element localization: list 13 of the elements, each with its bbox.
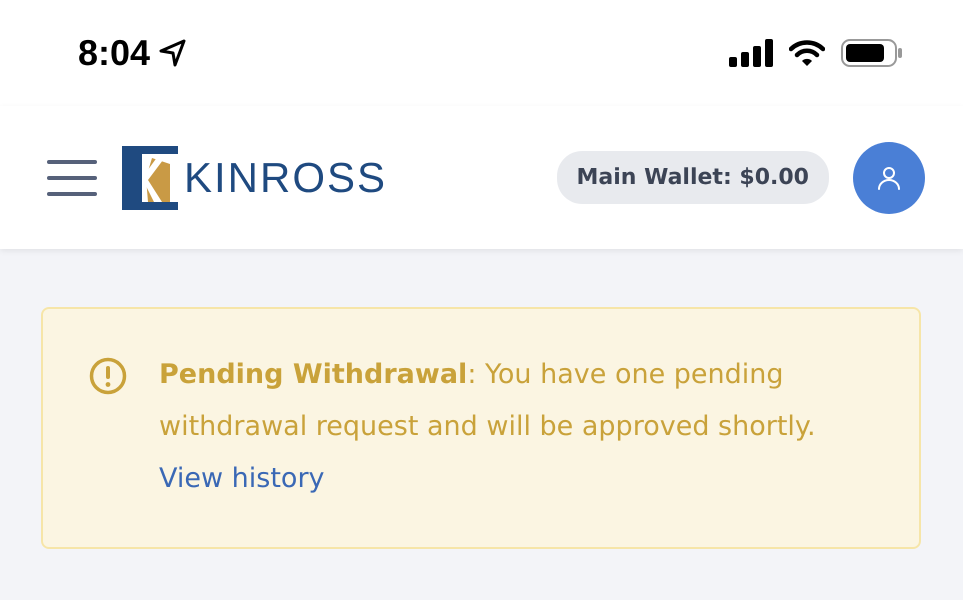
- location-arrow-icon: [158, 38, 188, 68]
- menu-button[interactable]: [46, 158, 98, 196]
- signal-icon: [729, 39, 773, 67]
- brand-name: KINROSS: [184, 153, 388, 203]
- wifi-icon: [789, 39, 825, 67]
- alert-message: Pending Withdrawal: You have one pending withdrawal request and will be approved shortly.: [159, 358, 817, 444]
- wallet-balance-button[interactable]: Main Wallet: $0.00: [556, 151, 829, 204]
- warning-icon: [89, 357, 127, 395]
- person-icon: [876, 164, 902, 190]
- view-history-link[interactable]: View history: [159, 453, 325, 505]
- battery-icon: [841, 39, 903, 67]
- logo-icon: [122, 146, 180, 210]
- status-time: 8:04: [78, 31, 150, 75]
